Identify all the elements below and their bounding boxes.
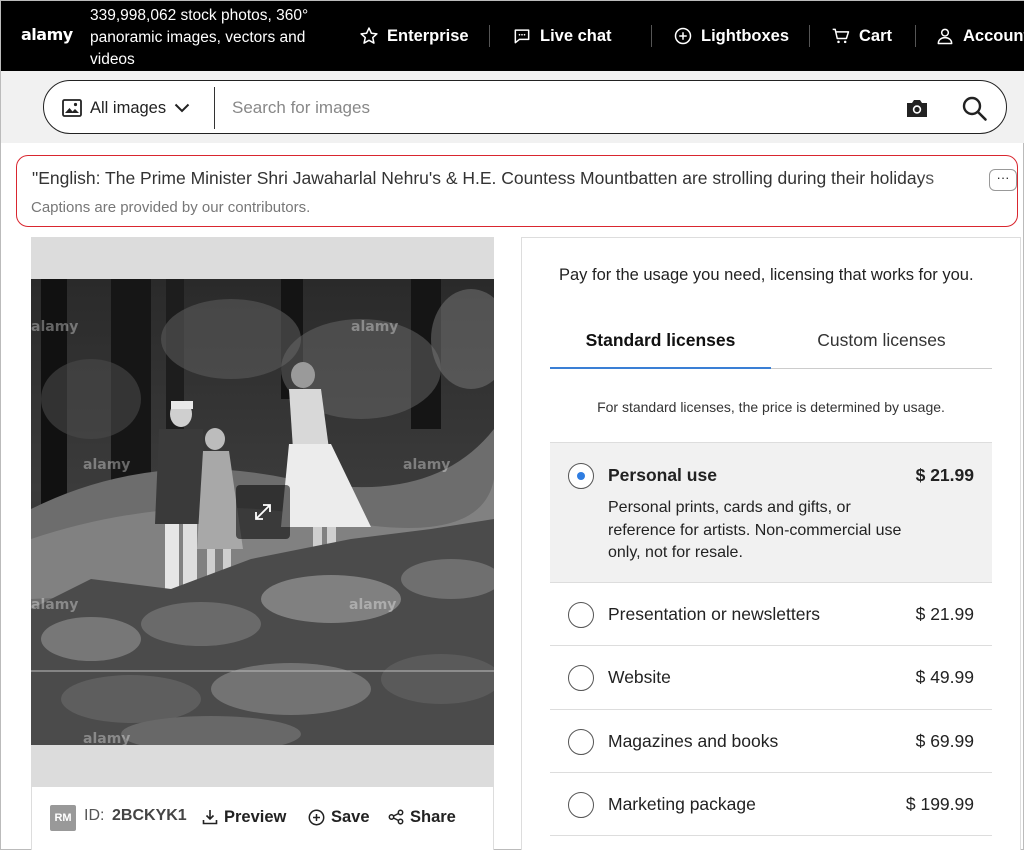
license-option-name: Magazines and books <box>608 731 779 751</box>
nav-account-label: Account <box>963 26 1024 45</box>
nav-divider <box>489 25 490 47</box>
save-label: Save <box>331 807 370 826</box>
license-option-price: $ 69.99 <box>915 731 974 751</box>
license-option-price: $ 199.99 <box>905 794 974 814</box>
tab-custom-licenses[interactable]: Custom licenses <box>771 330 992 358</box>
license-option-website[interactable]: Website $ 49.99 <box>550 645 992 709</box>
image-preview-panel: alamy alamy alamy alamy alamy alamy alam… <box>31 237 494 787</box>
license-option-price: $ 21.99 <box>915 604 974 624</box>
share-icon <box>388 809 404 825</box>
radio-button[interactable] <box>568 792 594 818</box>
nav-divider <box>915 25 916 47</box>
image-id-label: ID: <box>84 807 105 824</box>
caption-expand-button[interactable]: ··· <box>989 169 1017 191</box>
alamy-logo[interactable]: alamy <box>21 25 73 44</box>
watermark: alamy <box>403 457 451 473</box>
nav-lightboxes[interactable]: Lightboxes <box>673 23 789 49</box>
image-caption-box: "English: The Prime Minister Shri Jawaha… <box>16 155 1018 227</box>
watermark: alamy <box>83 457 131 473</box>
nav-lightboxes-label: Lightboxes <box>701 26 790 45</box>
download-icon <box>202 810 218 825</box>
license-option-price: $ 21.99 <box>915 465 974 485</box>
cart-icon <box>832 28 850 44</box>
image-icon <box>62 99 82 117</box>
license-option-name: Website <box>608 667 671 687</box>
expand-icon <box>255 504 271 520</box>
nav-divider <box>809 25 810 47</box>
caption-disclaimer: Captions are provided by our contributor… <box>31 199 311 216</box>
plus-circle-icon <box>308 809 325 825</box>
license-type-badge: RM <box>50 805 76 831</box>
radio-dot <box>577 472 585 480</box>
preview-button[interactable]: Preview <box>202 806 286 828</box>
nav-live-chat[interactable]: Live chat <box>512 23 612 49</box>
nav-live-chat-label: Live chat <box>540 26 612 45</box>
radio-button[interactable] <box>568 602 594 628</box>
radio-button[interactable] <box>568 665 594 691</box>
license-panel: Pay for the usage you need, licensing th… <box>521 237 1021 850</box>
image-toolbar: RM ID: 2BCKYK1 Preview Save Share <box>31 787 494 850</box>
caption-fade <box>919 164 989 194</box>
license-option-price: $ 49.99 <box>915 667 974 687</box>
camera-icon[interactable] <box>904 95 930 121</box>
radio-button-selected[interactable] <box>568 463 594 489</box>
watermark: alamy <box>31 597 79 613</box>
fullscreen-button[interactable] <box>236 485 290 539</box>
star-icon <box>360 27 378 44</box>
image-id: 2BCKYK1 <box>112 807 187 824</box>
search-band: All images <box>1 71 1024 143</box>
license-option-personal-use[interactable]: Personal use $ 21.99 Personal prints, ca… <box>550 442 992 582</box>
plus-circle-icon <box>674 27 692 45</box>
watermark: alamy <box>83 731 131 745</box>
nav-cart[interactable]: Cart <box>831 23 892 49</box>
user-icon <box>937 28 953 45</box>
license-option-description: Personal prints, cards and gifts, or ref… <box>608 499 902 561</box>
preview-label: Preview <box>224 807 287 826</box>
image-caption: "English: The Prime Minister Shri Jawaha… <box>32 168 935 188</box>
license-option-name: Presentation or newsletters <box>608 604 821 624</box>
license-note: For standard licenses, the price is dete… <box>597 399 945 415</box>
nav-divider <box>651 25 652 47</box>
watermark: alamy <box>349 597 397 613</box>
share-label: Share <box>410 807 456 826</box>
chevron-down-icon <box>174 103 190 113</box>
search-scope-label: All images <box>90 98 167 117</box>
license-option-presentation[interactable]: Presentation or newsletters $ 21.99 <box>550 582 992 645</box>
search-input[interactable] <box>232 93 872 123</box>
chat-icon <box>514 29 530 44</box>
nav-enterprise-label: Enterprise <box>387 26 469 45</box>
tab-standard-licenses[interactable]: Standard licenses <box>550 330 771 358</box>
search-bar: All images <box>43 80 1007 134</box>
watermark: alamy <box>31 319 79 335</box>
radio-button[interactable] <box>568 729 594 755</box>
nav-account[interactable]: Account <box>935 23 1024 49</box>
search-icon[interactable] <box>960 94 988 122</box>
watermark: alamy <box>351 319 399 335</box>
search-divider <box>214 87 215 129</box>
license-option-name: Personal use <box>608 465 717 485</box>
license-option-marketing-package[interactable]: Marketing package $ 199.99 <box>550 772 992 836</box>
license-option-magazines-books[interactable]: Magazines and books $ 69.99 <box>550 709 992 772</box>
nav-cart-label: Cart <box>859 26 893 45</box>
nav-enterprise[interactable]: Enterprise <box>359 23 469 49</box>
site-tagline: 339,998,062 stock photos, 360° panoramic… <box>90 7 309 68</box>
license-intro: Pay for the usage you need, licensing th… <box>559 266 974 284</box>
search-scope-dropdown[interactable]: All images <box>62 95 190 121</box>
share-button[interactable]: Share <box>388 806 456 828</box>
tab-active-indicator <box>550 367 771 369</box>
save-button[interactable]: Save <box>308 806 370 828</box>
top-navigation-bar: alamy 339,998,062 stock photos, 360° pan… <box>1 1 1024 71</box>
license-option-name: Marketing package <box>608 794 756 814</box>
